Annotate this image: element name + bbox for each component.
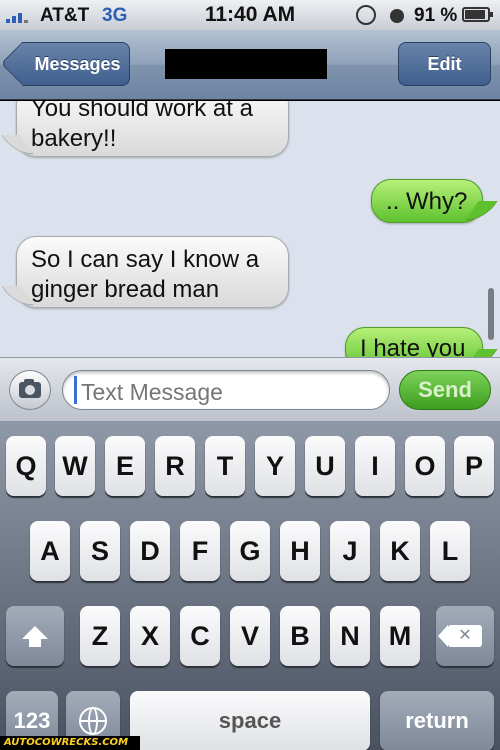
rotation-lock-icon — [356, 5, 376, 25]
key-a[interactable]: A — [30, 521, 70, 581]
key-y[interactable]: Y — [255, 436, 295, 496]
key-j[interactable]: J — [330, 521, 370, 581]
key-x[interactable]: X — [130, 606, 170, 666]
key-l[interactable]: L — [430, 521, 470, 581]
message-bubble-incoming: You should work at a bakery!! — [16, 101, 289, 157]
alarm-icon — [390, 9, 404, 23]
key-z[interactable]: Z — [80, 606, 120, 666]
key-v[interactable]: V — [230, 606, 270, 666]
navigation-bar: Messages Edit — [0, 30, 500, 100]
delete-key[interactable] — [436, 606, 494, 666]
key-w[interactable]: W — [55, 436, 95, 496]
shift-key[interactable] — [6, 606, 64, 666]
key-p[interactable]: P — [454, 436, 494, 496]
key-h[interactable]: H — [280, 521, 320, 581]
key-g[interactable]: G — [230, 521, 270, 581]
key-d[interactable]: D — [130, 521, 170, 581]
key-o[interactable]: O — [405, 436, 445, 496]
key-m[interactable]: M — [380, 606, 420, 666]
key-t[interactable]: T — [205, 436, 245, 496]
back-button[interactable]: Messages — [22, 42, 130, 86]
return-key[interactable]: return — [380, 691, 494, 750]
key-s[interactable]: S — [80, 521, 120, 581]
message-bubble-outgoing: I hate you — [345, 327, 483, 357]
camera-icon — [19, 379, 41, 398]
watermark-logo: AUTOCOWRECKS.COM — [0, 736, 140, 750]
key-n[interactable]: N — [330, 606, 370, 666]
battery-icon — [462, 7, 493, 22]
key-i[interactable]: I — [355, 436, 395, 496]
key-e[interactable]: E — [105, 436, 145, 496]
camera-button[interactable] — [9, 370, 51, 410]
compose-bar: Send — [0, 357, 500, 421]
key-u[interactable]: U — [305, 436, 345, 496]
battery-percentage: 91 % — [414, 5, 458, 26]
message-thread[interactable]: You should work at a bakery!! .. Why? So… — [0, 101, 500, 357]
edit-button[interactable]: Edit — [398, 42, 491, 86]
key-c[interactable]: C — [180, 606, 220, 666]
backspace-icon — [438, 625, 482, 647]
text-message-input[interactable] — [62, 370, 390, 410]
message-bubble-outgoing: .. Why? — [371, 179, 483, 223]
status-bar: AT&T 3G 11:40 AM 91 % — [0, 0, 500, 30]
keyboard: Q W E R T Y U I O P A S D F G H J K L Z … — [0, 421, 500, 750]
key-b[interactable]: B — [280, 606, 320, 666]
key-r[interactable]: R — [155, 436, 195, 496]
redacted-contact-name — [165, 49, 327, 79]
scroll-indicator — [488, 288, 494, 340]
key-k[interactable]: K — [380, 521, 420, 581]
send-button[interactable]: Send — [399, 370, 491, 410]
text-cursor — [74, 376, 77, 404]
message-bubble-incoming: So I can say I know a ginger bread man — [16, 236, 289, 308]
space-key[interactable]: space — [130, 691, 370, 750]
shift-arrow-icon — [22, 625, 48, 647]
key-f[interactable]: F — [180, 521, 220, 581]
key-q[interactable]: Q — [6, 436, 46, 496]
globe-icon — [79, 707, 107, 735]
